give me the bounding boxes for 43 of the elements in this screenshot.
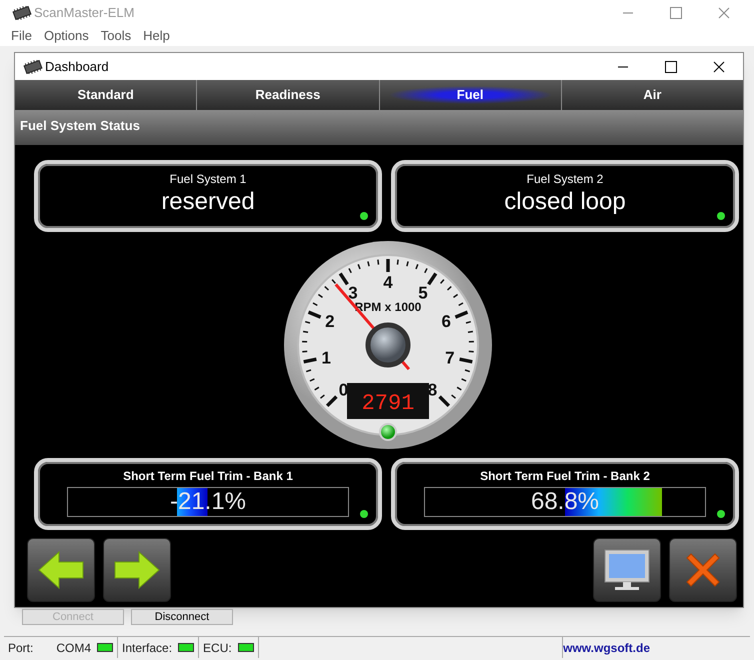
window-title: ScanMaster-ELM (34, 4, 136, 22)
close-button[interactable] (669, 538, 737, 602)
status-label: Port: (8, 640, 34, 656)
needle-hub (366, 322, 410, 368)
forward-button[interactable] (103, 538, 171, 602)
scale-label: 7 (445, 348, 455, 368)
app-button[interactable]: Disconnect (131, 609, 233, 625)
scale-label: 3 (348, 284, 358, 303)
back-button[interactable] (27, 538, 95, 602)
panel-title: Fuel System 2 (526, 171, 604, 188)
status-value: COM4 (56, 640, 91, 656)
window-title: Dashboard (45, 58, 110, 76)
scale-label: 5 (418, 284, 428, 303)
panel-value: reserved (161, 188, 255, 216)
panel-title: Fuel System 1 (170, 171, 246, 188)
menu-item[interactable]: File (6, 26, 37, 46)
scale-label: 0 (338, 380, 348, 400)
panel-title: Short Term Fuel Trim - Bank 1 (123, 468, 293, 485)
forward-arrow-icon (113, 550, 161, 590)
monitor-icon (603, 548, 651, 592)
display-button[interactable] (593, 538, 661, 602)
menu-item[interactable]: Tools (96, 26, 136, 46)
back-arrow-icon (37, 550, 85, 590)
menu-item[interactable]: Options (38, 26, 94, 46)
scale-label: 8 (428, 380, 438, 400)
scale-label: 2 (325, 312, 335, 331)
menu-item[interactable]: Help (138, 26, 175, 46)
scale-label: 4 (383, 273, 393, 292)
chip-icon (12, 6, 32, 20)
rpm-reading: 2791 (362, 391, 414, 416)
bar-reading: 68.8% (530, 490, 600, 514)
chip-icon (23, 60, 43, 74)
website-link[interactable]: www.wgsoft.de (563, 638, 650, 656)
panel-value: closed loop (504, 188, 626, 216)
tab[interactable]: Standard (15, 80, 196, 110)
panel-title: Short Term Fuel Trim - Bank 2 (480, 468, 650, 485)
close-icon[interactable] (713, 60, 725, 72)
scale-label: 1 (321, 348, 331, 368)
scale-label: 6 (441, 312, 451, 331)
maximize-icon[interactable] (665, 60, 677, 72)
section-title: Fuel System Status (20, 118, 140, 133)
status-label: ECU: (203, 640, 232, 656)
status-label: Interface: (122, 640, 172, 656)
